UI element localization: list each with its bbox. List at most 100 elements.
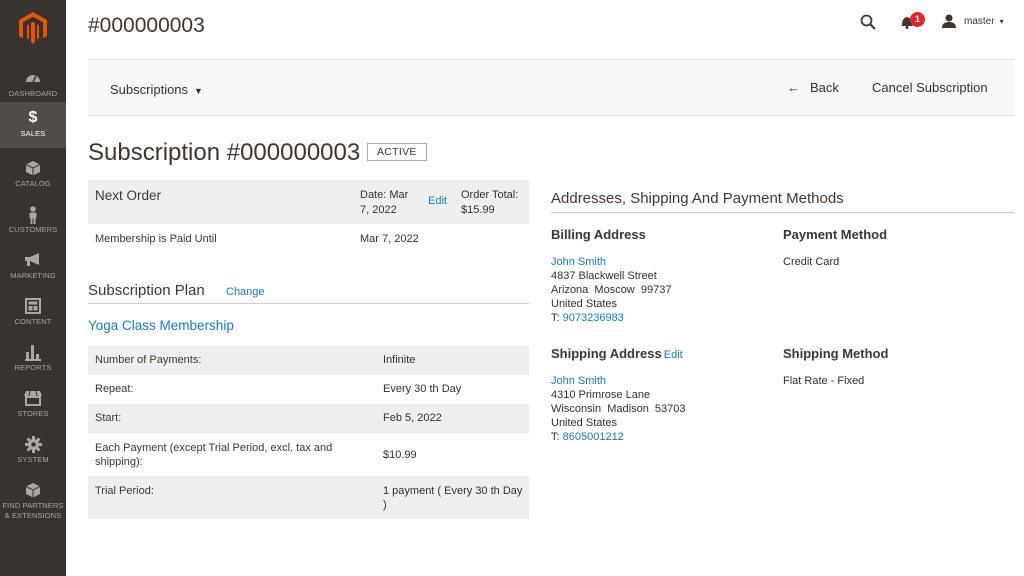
shipping-address-block: John Smith 4310 Primrose Lane Wisconsin … — [551, 374, 686, 444]
billing-address-heading: Billing Address — [551, 227, 646, 242]
shipping-city-line: Wisconsin Madison 53703 — [551, 403, 686, 415]
billing-phone-line: T: 9073236983 — [551, 312, 624, 324]
notification-badge[interactable]: 1 — [910, 12, 925, 27]
billing-country: United States — [551, 298, 618, 310]
page-title: #000000003 — [88, 14, 205, 37]
user-icon — [942, 14, 956, 28]
plan-name-link[interactable]: Yoga Class Membership — [88, 318, 234, 333]
row-value: 1 payment ( Every 30 th Day ) — [383, 485, 523, 511]
person-icon — [29, 206, 37, 224]
sidebar-item-stores[interactable]: Stores — [0, 384, 66, 430]
order-total: Order Total: $15.99 — [461, 189, 519, 216]
sidebar-item-content[interactable]: Content — [0, 292, 66, 338]
shipping-phone-line: T: 8605001212 — [551, 431, 624, 443]
chevron-down-icon: ▼ — [194, 86, 203, 96]
sidebar-item-label: Content — [14, 317, 52, 326]
layout-icon — [25, 298, 41, 314]
storefront-icon — [24, 390, 42, 406]
sidebar-item-label: Marketing — [10, 271, 56, 280]
subscription-title: Subscription #000000003 — [88, 139, 361, 166]
edit-date-link[interactable]: Edit — [428, 195, 447, 207]
status-badge: ACTIVE — [367, 143, 427, 161]
chevron-down-icon: ▾ — [999, 16, 1004, 26]
back-label: Back — [810, 80, 839, 95]
arrow-left-icon: ← — [787, 80, 800, 95]
sidebar-item-find-partners[interactable]: Find Partners & Extensions — [0, 476, 66, 528]
sidebar-item-label: Dashboard — [8, 89, 58, 98]
paid-until-value: Mar 7, 2022 — [360, 233, 419, 245]
back-button[interactable]: ← Back — [787, 80, 839, 95]
billing-name-link[interactable]: John Smith — [551, 255, 671, 269]
box-icon — [25, 161, 41, 176]
edit-shipping-address-link[interactable]: Edit — [664, 349, 683, 361]
subscription-plan-title: Subscription Plan — [88, 282, 205, 299]
table-row: Trial Period: 1 payment ( Every 30 th Da… — [88, 476, 529, 519]
table-row: Each Payment (except Trial Period, excl.… — [88, 433, 529, 476]
row-label: Repeat: — [95, 383, 134, 395]
shipping-method-value: Flat Rate - Fixed — [783, 375, 865, 387]
sidebar-item-label: System — [17, 455, 49, 464]
dashboard-icon — [26, 75, 40, 83]
paid-until-label: Membership is Paid Until — [95, 233, 217, 245]
row-value: Every 30 th Day — [383, 383, 462, 395]
next-order-date: Date: Mar 7, 2022 — [360, 189, 409, 216]
dropdown-label: Subscriptions — [110, 82, 189, 97]
divider — [88, 303, 529, 304]
sidebar-item-sales[interactable]: $ Sales — [0, 102, 66, 148]
shipping-phone-link[interactable]: 8605001212 — [563, 431, 624, 443]
next-order-title: Next Order — [95, 188, 162, 203]
row-label: Trial Period: — [95, 485, 154, 497]
shipping-method-heading: Shipping Method — [783, 346, 889, 361]
sidebar-item-system[interactable]: System — [0, 430, 66, 476]
billing-street: 4837 Blackwell Street — [551, 270, 657, 282]
shipping-name-link[interactable]: John Smith — [551, 374, 686, 388]
sidebar-item-catalog[interactable]: Catalog — [0, 154, 66, 200]
next-order-header: Next Order Date: Mar 7, 2022 Edit Order … — [88, 180, 529, 224]
sidebar-item-marketing[interactable]: Marketing — [0, 246, 66, 292]
user-menu[interactable]: master ▾ — [942, 14, 1004, 28]
payment-method-value: Credit Card — [783, 256, 840, 268]
cancel-subscription-button[interactable]: Cancel Subscription — [872, 80, 988, 95]
row-value: $10.99 — [383, 449, 417, 461]
sidebar-item-label: Reports — [14, 363, 52, 372]
sidebar-item-label: Sales — [20, 129, 46, 138]
plan-details-table: Number of Payments: Infinite Repeat: Eve… — [88, 346, 529, 519]
billing-city-line: Arizona Moscow 99737 — [551, 284, 672, 296]
row-label: Each Payment (except Trial Period, excl.… — [95, 442, 333, 468]
addresses-section-title: Addresses, Shipping And Payment Methods — [551, 190, 844, 207]
table-row: Start: Feb 5, 2022 — [88, 404, 529, 433]
megaphone-icon — [25, 253, 39, 266]
row-value: Feb 5, 2022 — [383, 412, 442, 424]
shipping-country: United States — [551, 417, 618, 429]
change-plan-link[interactable]: Change — [226, 286, 265, 298]
row-value: Infinite — [383, 354, 416, 366]
table-row: Number of Payments: Infinite — [88, 346, 529, 375]
subscriptions-dropdown[interactable]: Subscriptions ▼ — [110, 82, 203, 97]
paid-until-row: Membership is Paid Until Mar 7, 2022 — [88, 224, 529, 254]
shipping-address-heading: Shipping Address Edit — [551, 346, 683, 361]
sidebar-item-customers[interactable]: Customers — [0, 200, 66, 246]
row-label: Start: — [95, 412, 122, 424]
page-actions-toolbar: Subscriptions ▼ ← Back Cancel Subscription — [88, 59, 1014, 116]
admin-sidebar: Dashboard $ Sales Catalog Customers Mark… — [0, 0, 66, 576]
search-icon[interactable] — [860, 14, 876, 30]
next-order-table: Next Order Date: Mar 7, 2022 Edit Order … — [88, 180, 529, 254]
user-name: master — [964, 15, 995, 27]
row-label: Number of Payments: — [95, 354, 202, 366]
magento-logo[interactable] — [19, 12, 47, 44]
partners-box-icon — [25, 483, 41, 498]
table-row: Repeat: Every 30 th Day — [88, 375, 529, 404]
sidebar-item-reports[interactable]: Reports — [0, 338, 66, 384]
sidebar-item-label: Stores — [17, 409, 49, 418]
shipping-street: 4310 Primrose Lane — [551, 389, 651, 401]
sidebar-item-label: Customers — [8, 225, 58, 234]
sidebar-item-label: Find Partners & Extensions — [2, 501, 64, 520]
divider — [551, 212, 1014, 213]
payment-method-heading: Payment Method — [783, 227, 888, 242]
billing-phone-link[interactable]: 9073236983 — [563, 312, 624, 324]
gear-icon — [24, 436, 42, 453]
billing-address-block: John Smith 4837 Blackwell Street Arizona… — [551, 255, 671, 325]
dollar-icon: $ — [28, 109, 38, 126]
sidebar-item-label: Catalog — [15, 179, 51, 188]
bar-chart-icon — [25, 345, 41, 361]
